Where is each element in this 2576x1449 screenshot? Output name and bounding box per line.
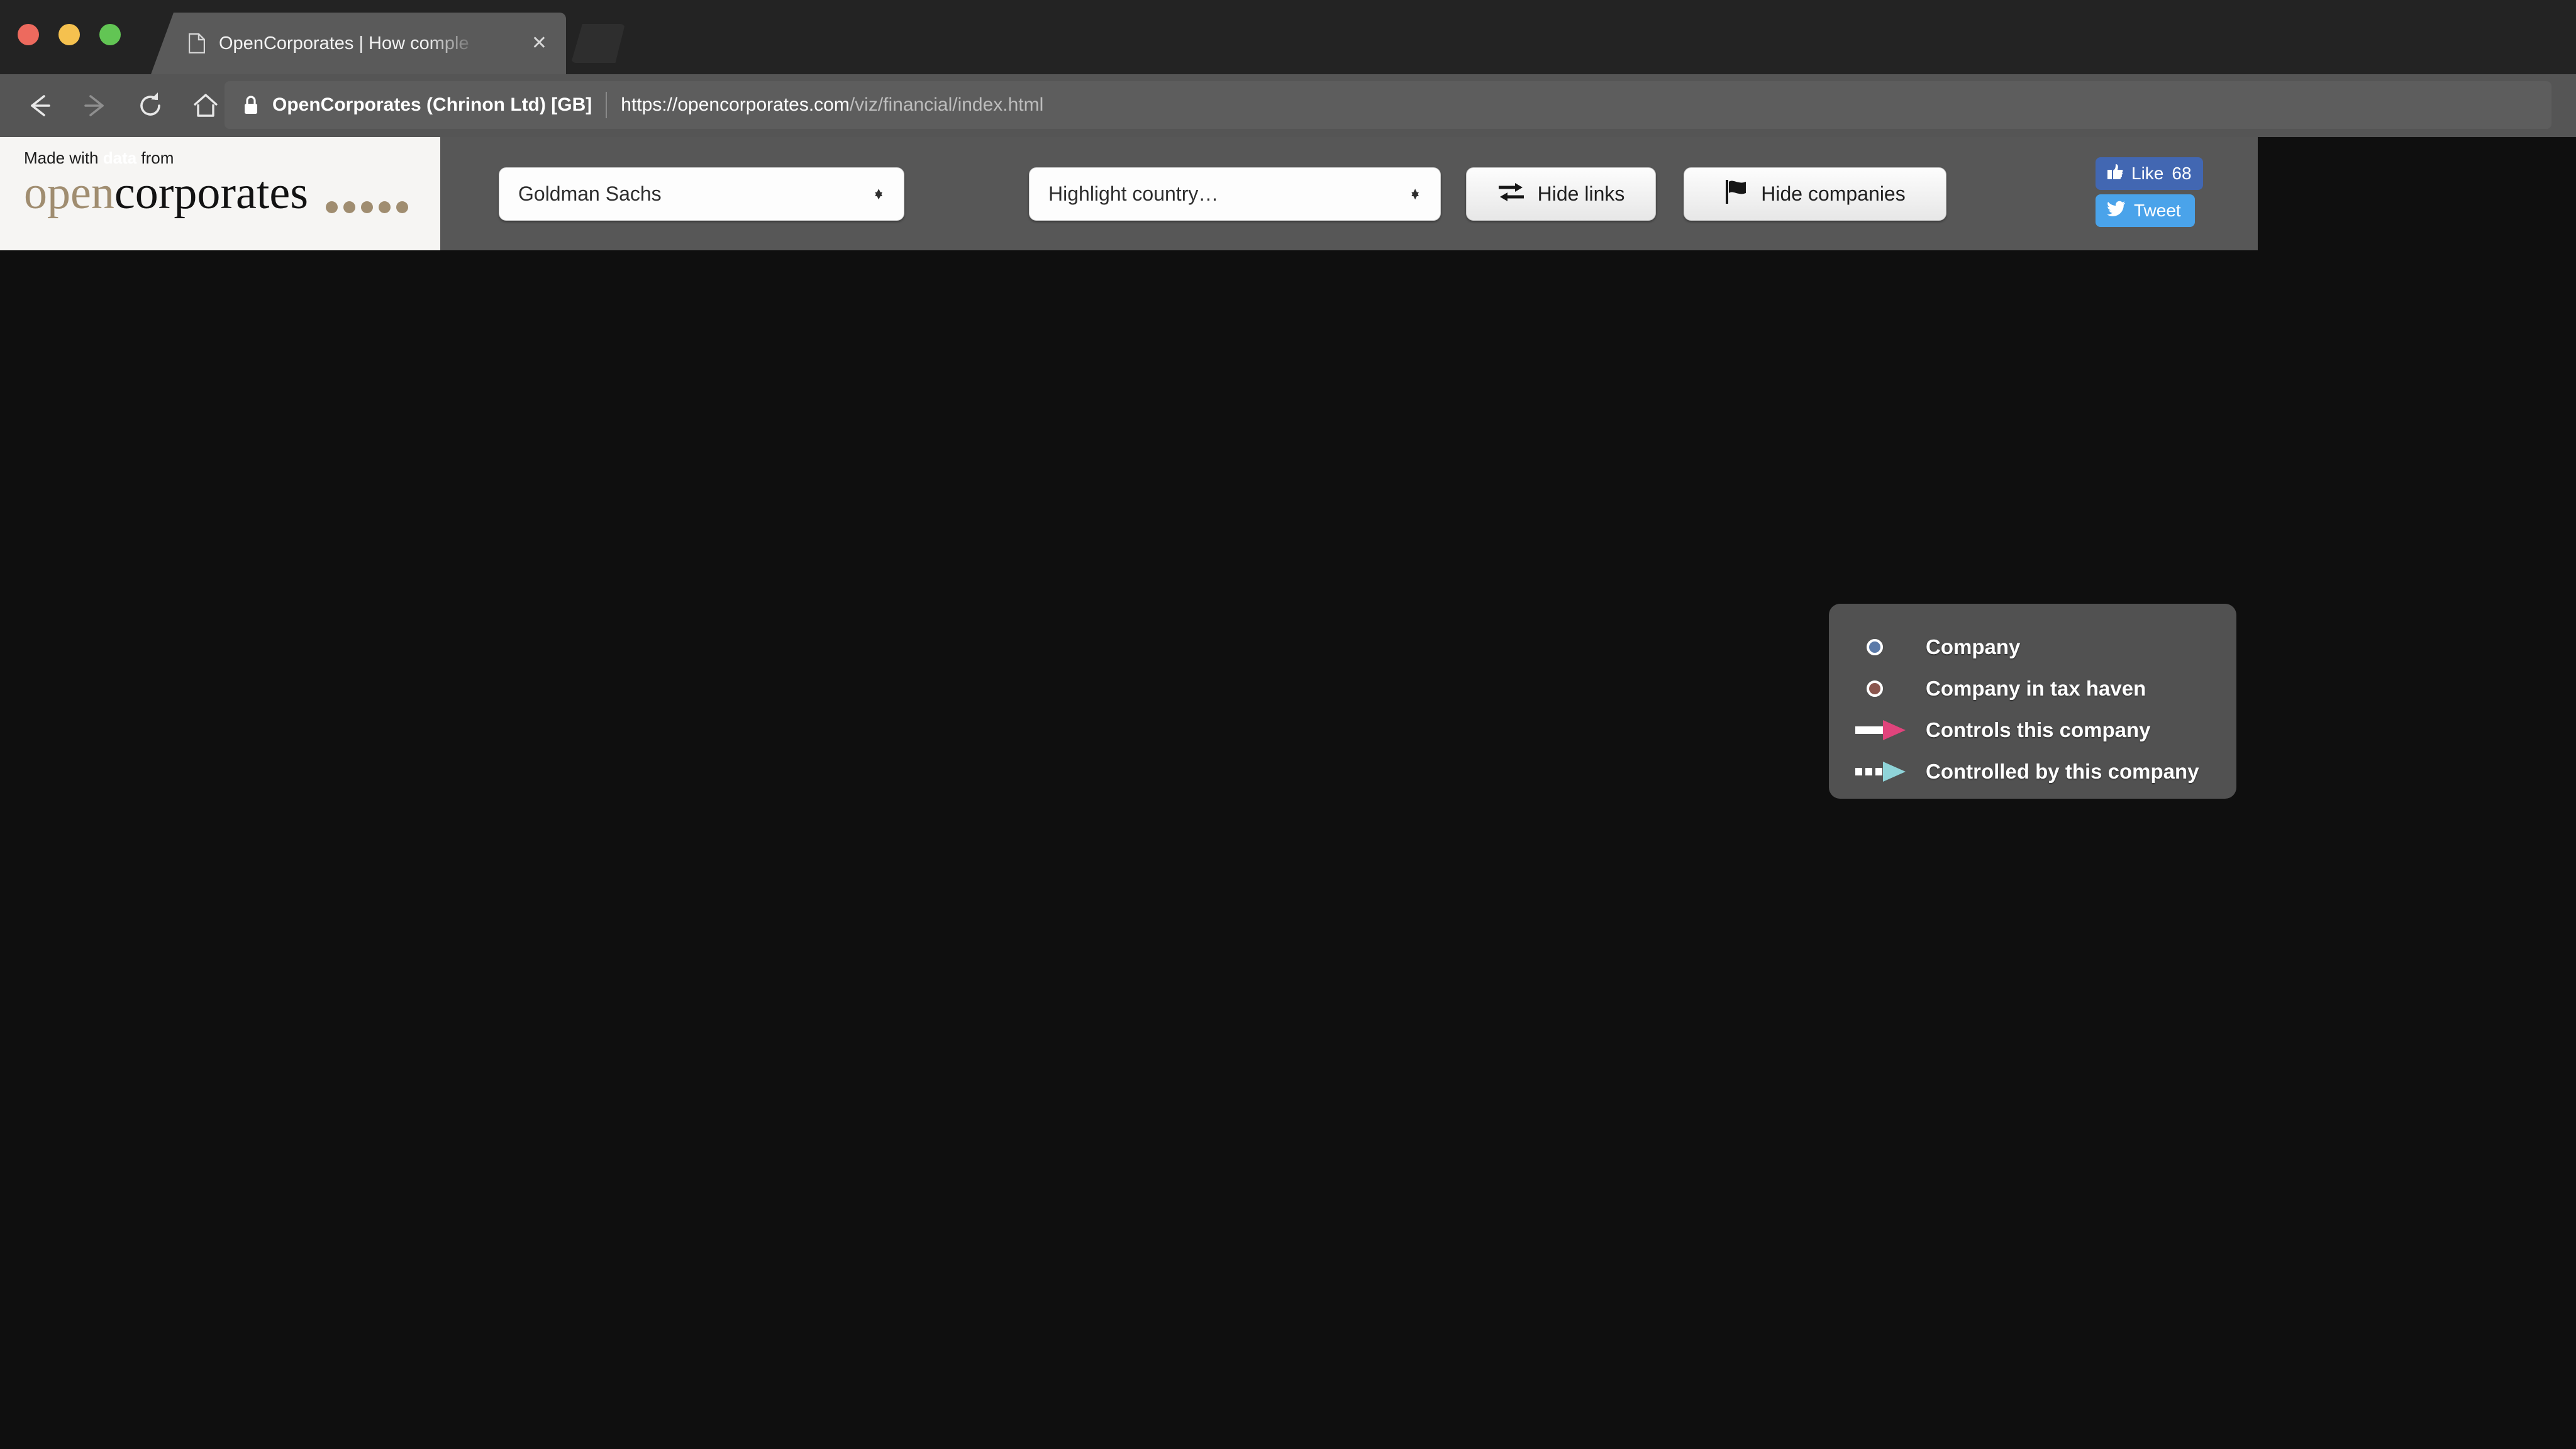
flag-icon <box>1724 179 1748 209</box>
tagline-post: from <box>136 148 174 167</box>
brand-dots-icon <box>326 201 408 213</box>
graph-nodes-layer <box>506 575 2576 1449</box>
tab-title: OpenCorporates | How comple <box>219 33 483 54</box>
minimize-window-button[interactable] <box>58 24 80 45</box>
legend-item-controls: Controls this company <box>1855 709 2236 751</box>
new-tab-button[interactable] <box>571 24 625 63</box>
twitter-tweet-button[interactable]: Tweet <box>2096 194 2195 227</box>
security-certificate-label: OpenCorporates (Chrinon Ltd) [GB] <box>272 94 592 116</box>
browser-tab[interactable]: OpenCorporates | How comple ✕ <box>151 13 566 74</box>
url-host: https://opencorporates.com <box>621 94 850 115</box>
country-highlight-select[interactable]: Highlight country… ▲ ▼ <box>1029 167 1441 221</box>
tax-haven-node-icon <box>1867 680 1883 697</box>
browser-window: OpenCorporates | How comple ✕ OpenCorpor… <box>0 0 2576 1449</box>
twitter-tweet-label: Tweet <box>2134 201 2181 221</box>
legend-label-controls: Controls this company <box>1926 718 2151 742</box>
exchange-arrows-icon <box>1497 181 1525 208</box>
home-icon[interactable] <box>185 85 226 126</box>
brand-dot <box>343 201 355 213</box>
hide-links-label: Hide links <box>1538 182 1625 206</box>
brand-dot <box>396 201 408 213</box>
tab-strip: OpenCorporates | How comple ✕ <box>0 0 2576 74</box>
twitter-bird-icon <box>2107 201 2126 221</box>
company-node-icon <box>1867 639 1883 655</box>
company-select[interactable]: Goldman Sachs ▲ ▼ <box>499 167 904 221</box>
wordmark-corporates: corporates <box>114 167 308 219</box>
opencorporates-logo[interactable]: Made with data from opencorporates <box>0 137 440 250</box>
hide-companies-label: Hide companies <box>1761 182 1905 206</box>
wordmark-open: open <box>24 167 114 219</box>
legend-label-company: Company <box>1926 635 2020 659</box>
brand-tagline: Made with data from <box>24 148 440 168</box>
thumbs-up-icon <box>2107 164 2123 184</box>
url-path: /viz/financial/index.html <box>850 94 1043 115</box>
tagline-pre: Made with <box>24 148 103 167</box>
legend-label-tax-haven: Company in tax haven <box>1926 677 2146 701</box>
facebook-like-count: 68 <box>2172 164 2191 184</box>
hide-companies-button[interactable]: Hide companies <box>1684 167 1946 221</box>
brand-dot <box>361 201 373 213</box>
legend-item-company: Company <box>1855 626 2236 668</box>
updown-caret-icon: ▲ ▼ <box>872 192 885 196</box>
legend-swatch-tax-haven <box>1855 680 1909 697</box>
maximize-window-button[interactable] <box>99 24 121 45</box>
legend: Company Company in tax haven Controls th… <box>1829 604 2236 799</box>
brand-dot <box>379 201 391 213</box>
brand-dot <box>326 201 338 213</box>
arrow-left-icon[interactable] <box>19 85 60 126</box>
hide-links-button[interactable]: Hide links <box>1466 167 1656 221</box>
social-buttons: Like 68 Tweet <box>2096 157 2203 227</box>
facebook-like-button[interactable]: Like 68 <box>2096 157 2203 190</box>
reload-icon[interactable] <box>130 85 171 126</box>
page-content: Made with data from opencorporates Goldm… <box>0 137 2576 1449</box>
omnibox-divider <box>606 92 607 118</box>
tagline-highlight: data <box>103 148 136 167</box>
company-select-value: Goldman Sachs <box>518 182 872 206</box>
close-window-button[interactable] <box>18 24 39 45</box>
url-text: https://opencorporates.com/viz/financial… <box>621 94 1043 116</box>
brand-wordmark: opencorporates <box>24 169 440 218</box>
close-icon[interactable]: ✕ <box>531 34 547 53</box>
app-toolbar: Made with data from opencorporates Goldm… <box>0 137 2258 250</box>
legend-label-controlled-by: Controlled by this company <box>1926 760 2199 784</box>
graph-links-layer <box>513 591 2576 1449</box>
page-icon <box>189 33 205 53</box>
legend-item-tax-haven: Company in tax haven <box>1855 668 2236 709</box>
legend-swatch-company <box>1855 639 1909 655</box>
updown-caret-icon: ▲ ▼ <box>1409 192 1421 196</box>
solid-arrow-icon <box>1855 718 1909 743</box>
facebook-like-label: Like <box>2131 164 2163 184</box>
address-bar[interactable]: OpenCorporates (Chrinon Ltd) [GB] https:… <box>225 81 2551 129</box>
lock-icon <box>242 94 260 116</box>
arrow-right-icon[interactable] <box>74 85 116 126</box>
dashed-arrow-icon <box>1855 759 1909 784</box>
country-select-value: Highlight country… <box>1048 182 1409 206</box>
window-controls <box>18 24 121 45</box>
legend-item-controlled-by: Controlled by this company <box>1855 751 2236 792</box>
